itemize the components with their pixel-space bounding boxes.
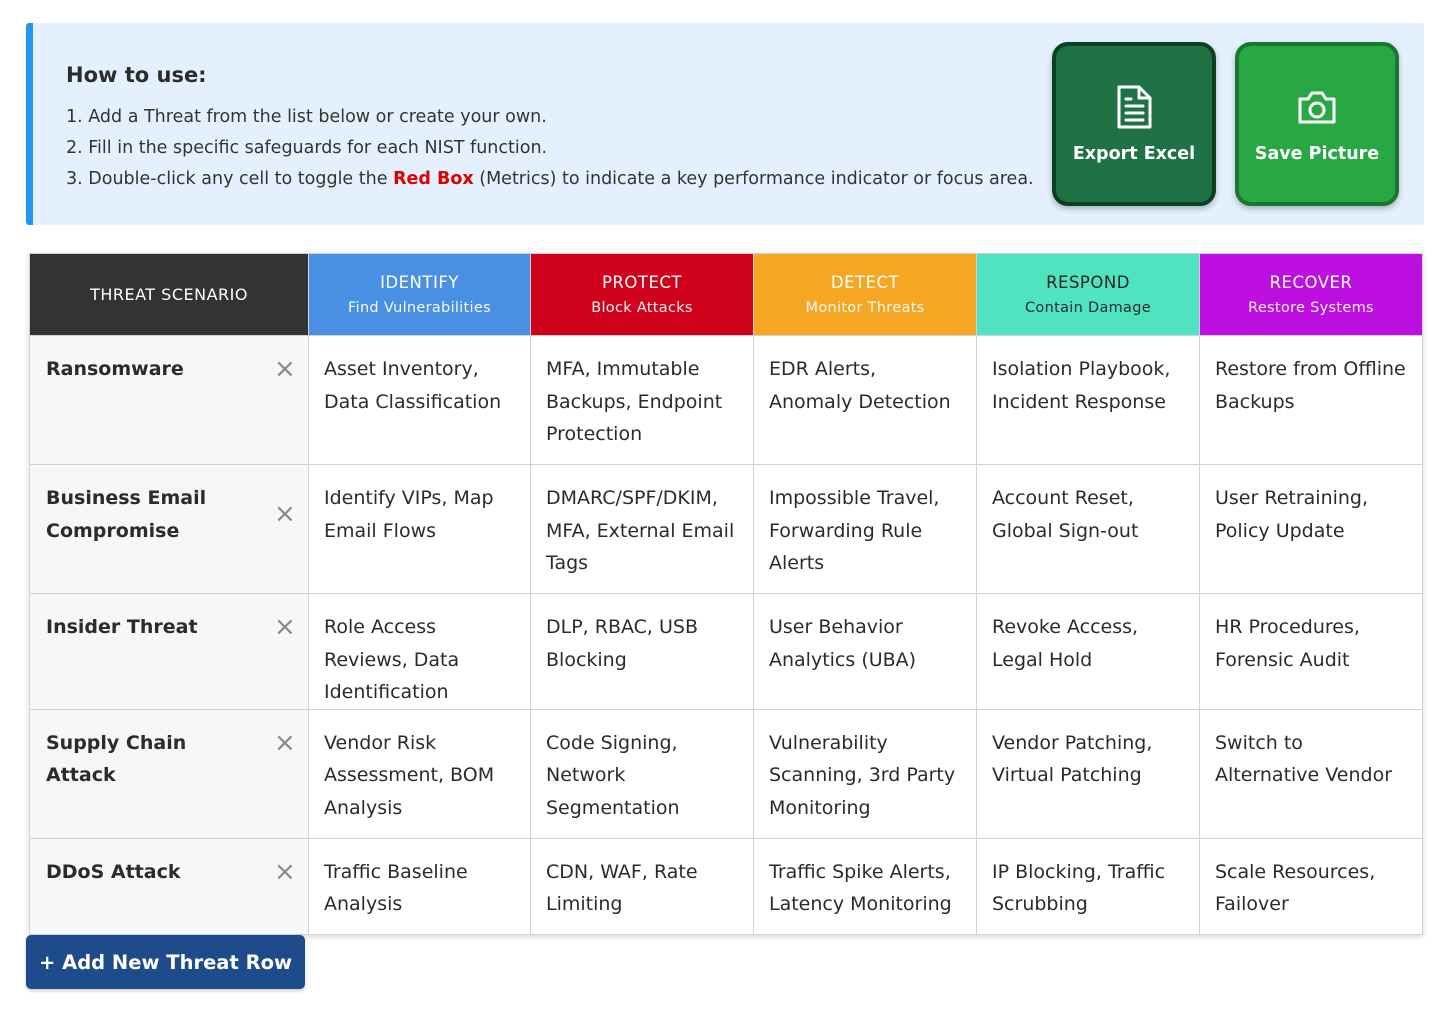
table-row: Business Email Compromise × Identify VIPs… xyxy=(29,464,1423,594)
header-identify-sub: Find Vulnerabilities xyxy=(348,300,491,316)
identify-cell[interactable]: Identify VIPs, Map Email Flows xyxy=(308,464,531,594)
header-identify: IDENTIFY Find Vulnerabilities xyxy=(308,253,531,336)
export-excel-label: Export Excel xyxy=(1072,144,1196,164)
recover-cell[interactable]: HR Procedures, Forensic Audit xyxy=(1199,593,1423,710)
nist-threat-table: THREAT SCENARIO IDENTIFY Find Vulnerabil… xyxy=(29,253,1423,935)
instruction-step-1: 1. Add a Threat from the list below or c… xyxy=(66,107,547,127)
header-recover-name: RECOVER xyxy=(1269,273,1353,292)
protect-cell[interactable]: DLP, RBAC, USB Blocking xyxy=(530,593,754,710)
save-picture-button[interactable]: Save Picture xyxy=(1235,42,1399,206)
close-icon[interactable]: × xyxy=(274,730,296,756)
header-recover-sub: Restore Systems xyxy=(1248,300,1374,316)
header-respond: RESPOND Contain Damage xyxy=(976,253,1200,336)
instruction-step-3: 3. Double-click any cell to toggle the R… xyxy=(66,164,1034,195)
header-respond-sub: Contain Damage xyxy=(1025,300,1151,316)
threat-name: DDoS Attack xyxy=(46,860,181,883)
identify-cell[interactable]: Role Access Reviews, Data Identification xyxy=(308,593,531,710)
header-respond-name: RESPOND xyxy=(1046,273,1130,292)
table-row: Supply Chain Attack × Vendor Risk Assessm… xyxy=(29,708,1423,839)
header-recover: RECOVER Restore Systems xyxy=(1199,253,1423,336)
respond-cell[interactable]: IP Blocking, Traffic Scrubbing xyxy=(976,837,1200,935)
threat-cell[interactable]: DDoS Attack × xyxy=(29,837,309,935)
table-row: Insider Threat × Role Access Reviews, Dat… xyxy=(29,593,1423,710)
header-detect-name: DETECT xyxy=(830,273,900,292)
respond-cell[interactable]: Account Reset, Global Sign-out xyxy=(976,464,1200,594)
threat-name: Ransomware xyxy=(46,358,184,380)
identify-cell[interactable]: Asset Inventory, Data Classification xyxy=(308,335,531,465)
respond-cell[interactable]: Revoke Access, Legal Hold xyxy=(976,593,1200,710)
table-row: Ransomware × Asset Inventory, Data Classi… xyxy=(29,335,1423,465)
header-identify-name: IDENTIFY xyxy=(380,273,459,292)
detect-cell[interactable]: EDR Alerts, Anomaly Detection xyxy=(753,335,977,465)
instructions-panel: How to use: 1. Add a Threat from the lis… xyxy=(26,23,1424,225)
document-icon xyxy=(1117,85,1152,129)
add-threat-row-button[interactable]: + Add New Threat Row xyxy=(26,935,305,989)
close-icon[interactable]: × xyxy=(274,859,296,885)
export-excel-button[interactable]: Export Excel xyxy=(1052,42,1216,206)
table-row: DDoS Attack × Traffic Baseline Analysis C… xyxy=(29,837,1423,935)
header-protect-name: PROTECT xyxy=(601,273,682,292)
save-picture-label: Save Picture xyxy=(1254,144,1380,164)
recover-cell[interactable]: Switch to Alternative Vendor xyxy=(1199,708,1423,839)
close-icon[interactable]: × xyxy=(274,356,296,382)
threat-cell[interactable]: Business Email Compromise × xyxy=(29,464,309,594)
header-detect: DETECT Monitor Threats xyxy=(753,253,977,336)
recover-cell[interactable]: Restore from Offline Backups xyxy=(1199,335,1423,465)
red-box-highlight: Red Box xyxy=(393,169,474,189)
close-icon[interactable]: × xyxy=(274,614,296,640)
threat-cell[interactable]: Ransomware × xyxy=(29,335,309,465)
protect-cell[interactable]: Code Signing, Network Segmentation xyxy=(530,708,754,839)
instruction-step-3-start: 3. Double-click any cell to toggle the xyxy=(66,169,394,189)
table-header-row: THREAT SCENARIO IDENTIFY Find Vulnerabil… xyxy=(29,253,1423,336)
threat-cell[interactable]: Insider Threat × xyxy=(29,593,309,710)
header-detect-sub: Monitor Threats xyxy=(805,300,925,316)
detect-cell[interactable]: Traffic Spike Alerts, Latency Monitoring xyxy=(753,837,977,935)
instructions-list: 1. Add a Threat from the list below or c… xyxy=(66,102,1034,195)
protect-cell[interactable]: MFA, Immutable Backups, Endpoint Protect… xyxy=(530,335,754,465)
instructions-title: How to use: xyxy=(66,63,207,87)
header-threat-scenario: THREAT SCENARIO xyxy=(29,253,309,336)
recover-cell[interactable]: Scale Resources, Failover xyxy=(1199,837,1423,935)
header-protect: PROTECT Block Attacks xyxy=(530,253,754,336)
protect-cell[interactable]: CDN, WAF, Rate Limiting xyxy=(530,837,754,935)
camera-icon xyxy=(1298,91,1336,124)
detect-cell[interactable]: Vulnerability Scanning, 3rd Party Monito… xyxy=(753,708,977,839)
threat-name: Supply Chain Attack xyxy=(46,731,187,787)
identify-cell[interactable]: Vendor Risk Assessment, BOM Analysis xyxy=(308,708,531,839)
threat-cell[interactable]: Supply Chain Attack × xyxy=(29,708,309,839)
identify-cell[interactable]: Traffic Baseline Analysis xyxy=(308,837,531,935)
instruction-step-2: 2. Fill in the specific safeguards for e… xyxy=(66,138,548,158)
respond-cell[interactable]: Vendor Patching, Virtual Patching xyxy=(976,708,1200,839)
respond-cell[interactable]: Isolation Playbook, Incident Response xyxy=(976,335,1200,465)
threat-name: Insider Threat xyxy=(46,616,198,638)
close-icon[interactable]: × xyxy=(274,501,296,527)
recover-cell[interactable]: User Retraining, Policy Update xyxy=(1199,464,1423,594)
header-protect-sub: Block Attacks xyxy=(591,300,693,316)
threat-name: Business Email Compromise xyxy=(46,487,207,542)
instruction-step-3-end: (Metrics) to indicate a key performance … xyxy=(473,169,1034,189)
detect-cell[interactable]: User Behavior Analytics (UBA) xyxy=(753,593,977,710)
detect-cell[interactable]: Impossible Travel, Forwarding Rule Alert… xyxy=(753,464,977,594)
protect-cell[interactable]: DMARC/SPF/DKIM, MFA, External Email Tags xyxy=(530,464,754,594)
